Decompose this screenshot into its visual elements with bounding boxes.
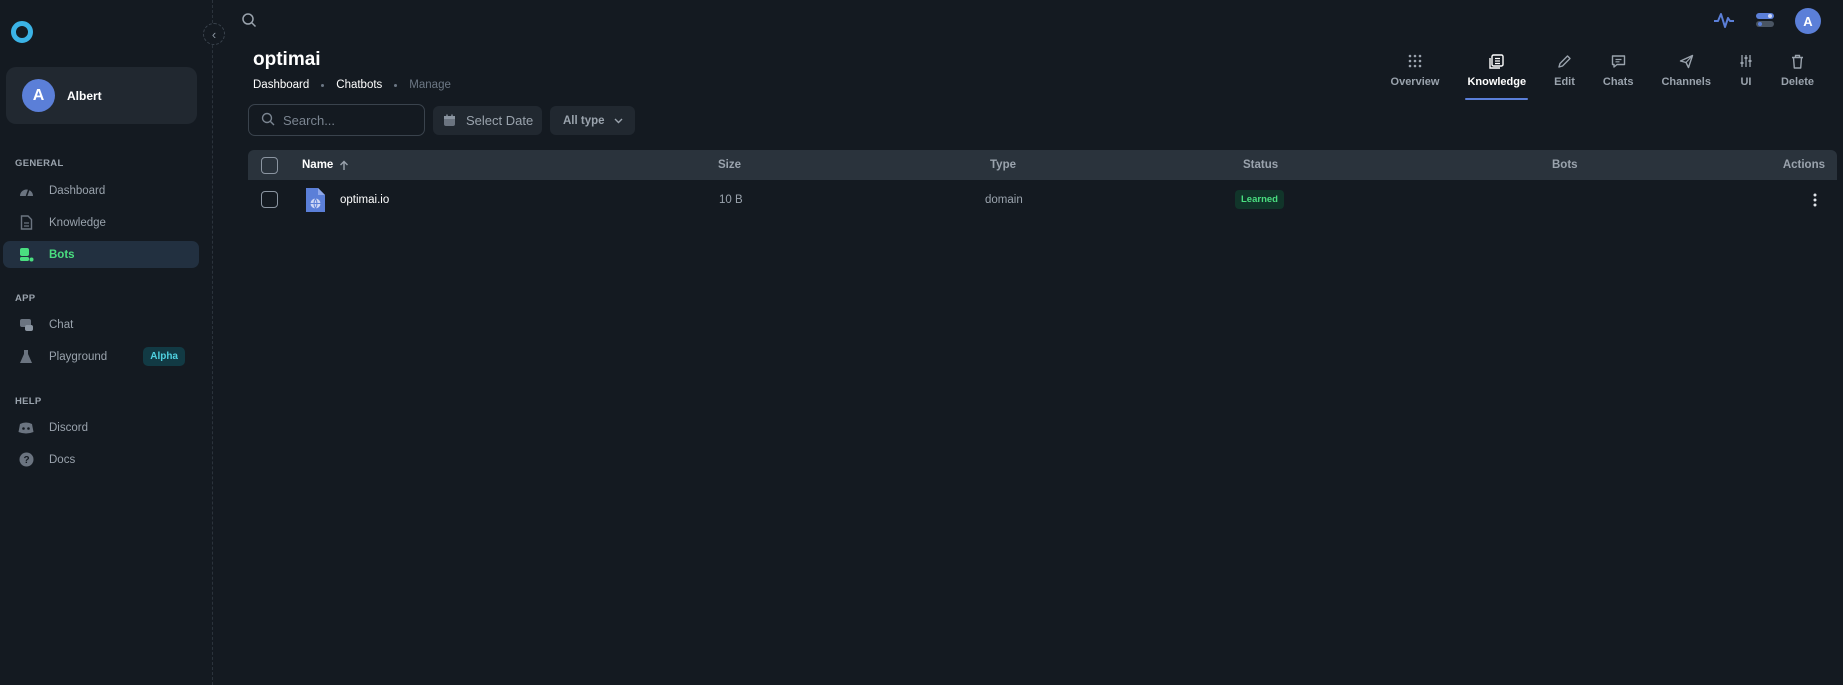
tab-ui[interactable]: UI: [1737, 52, 1755, 100]
pencil-icon: [1557, 52, 1572, 70]
tab-label: UI: [1740, 76, 1752, 88]
tab-edit[interactable]: Edit: [1552, 52, 1577, 100]
collapse-sidebar-button[interactable]: ‹: [203, 23, 225, 45]
sidebar-item-label: Knowledge: [49, 216, 106, 229]
web-file-icon: [304, 187, 326, 213]
status-badge: Learned: [1235, 190, 1284, 209]
column-name[interactable]: Name: [302, 150, 349, 180]
trash-icon: [1791, 52, 1804, 70]
breadcrumb-chatbots[interactable]: Chatbots: [336, 79, 382, 91]
search-icon: [261, 112, 275, 129]
topbar-actions: A: [1713, 8, 1821, 34]
bot-icon: [18, 247, 34, 263]
breadcrumb-dashboard[interactable]: Dashboard: [253, 79, 309, 91]
tab-label: Knowledge: [1467, 76, 1527, 88]
calendar-icon: [443, 114, 456, 127]
select-all-checkbox[interactable]: [261, 156, 278, 174]
knowledge-icon: [1489, 52, 1504, 70]
type-filter-dropdown[interactable]: All type: [550, 106, 635, 135]
svg-text:?: ?: [23, 455, 29, 466]
sidebar-item-label: Dashboard: [49, 184, 106, 197]
row-select-cell: [261, 182, 278, 217]
tab-label: Chats: [1602, 76, 1634, 88]
breadcrumb-separator: [321, 83, 325, 87]
row-name-cell: optimai.io: [304, 182, 389, 217]
sidebar-item-label: Chat: [49, 318, 74, 331]
sidebar-item-label: Bots: [49, 248, 75, 261]
bot-tabs: Overview Knowledge Edit Chats Channels U…: [1377, 52, 1828, 100]
tab-channels[interactable]: Channels: [1659, 52, 1713, 100]
more-actions-icon[interactable]: [1813, 182, 1817, 217]
flask-icon: [18, 349, 34, 365]
file-name: optimai.io: [340, 193, 390, 206]
app-logo[interactable]: [11, 21, 33, 43]
section-help: HELP: [15, 396, 42, 407]
column-size[interactable]: Size: [718, 150, 741, 180]
settings-toggle-icon[interactable]: [1755, 11, 1775, 32]
tab-delete[interactable]: Delete: [1779, 52, 1816, 100]
breadcrumb-manage: Manage: [409, 79, 451, 91]
tab-knowledge[interactable]: Knowledge: [1465, 52, 1528, 100]
column-actions: Actions: [1782, 159, 1825, 171]
user-card[interactable]: A Albert: [6, 67, 197, 124]
tab-overview[interactable]: Overview: [1389, 52, 1442, 100]
column-type[interactable]: Type: [990, 150, 1016, 180]
select-date-button[interactable]: Select Date: [433, 106, 542, 135]
message-icon: [1611, 52, 1626, 70]
tab-label: Delete: [1780, 76, 1814, 88]
account-avatar[interactable]: A: [1795, 8, 1821, 34]
sidebar-item-playground[interactable]: Playground Alpha: [3, 343, 199, 370]
alpha-badge: Alpha: [143, 347, 185, 366]
file-type: domain: [985, 193, 1023, 206]
select-date-label: Select Date: [466, 113, 534, 128]
file-size: 10 B: [719, 193, 743, 206]
breadcrumb-separator: [394, 83, 398, 87]
chat-icon: [18, 317, 34, 333]
help-icon: ?: [18, 452, 34, 468]
sidebar-item-dashboard[interactable]: Dashboard: [3, 177, 199, 204]
search-field[interactable]: [248, 104, 425, 136]
sidebar-item-docs[interactable]: ? Docs: [3, 446, 199, 473]
select-all-cell: [261, 150, 278, 180]
user-name: Albert: [67, 88, 102, 103]
sort-ascending-icon: [339, 160, 349, 171]
tab-label: Channels: [1661, 76, 1711, 88]
tab-chats[interactable]: Chats: [1601, 52, 1636, 100]
sidebar-item-label: Discord: [49, 421, 88, 434]
sidebar-item-bots[interactable]: Bots: [3, 241, 199, 268]
dashboard-icon: [18, 183, 34, 199]
search-input[interactable]: [283, 112, 403, 128]
table-header: Name Size Type Status Bots Actions: [248, 150, 1837, 180]
document-icon: [18, 215, 34, 231]
table-row[interactable]: optimai.io 10 B domain Learned: [248, 182, 1837, 217]
sidebar: A Albert GENERAL Dashboard Knowledge Bot…: [0, 0, 213, 685]
status-cell: Learned: [1235, 182, 1284, 217]
section-general: GENERAL: [15, 158, 64, 169]
sidebar-item-knowledge[interactable]: Knowledge: [3, 209, 199, 236]
tab-label: Overview: [1390, 76, 1440, 88]
column-status[interactable]: Status: [1243, 150, 1278, 180]
column-bots[interactable]: Bots: [1552, 150, 1578, 180]
sidebar-item-chat[interactable]: Chat: [3, 311, 199, 338]
search-icon[interactable]: [241, 12, 257, 28]
sliders-icon: [1739, 52, 1753, 70]
column-name-label: Name: [302, 159, 334, 171]
type-filter-label: All type: [563, 114, 605, 127]
chevron-down-icon: [614, 118, 623, 124]
activity-icon[interactable]: [1713, 11, 1735, 32]
sidebar-item-label: Docs: [49, 453, 76, 466]
sidebar-item-label: Playground: [49, 350, 108, 363]
avatar: A: [22, 79, 55, 112]
page-title: optimai: [253, 49, 321, 70]
grid-icon: [1408, 52, 1422, 70]
tab-label: Edit: [1554, 76, 1575, 88]
breadcrumb: Dashboard Chatbots Manage: [253, 79, 451, 91]
send-icon: [1679, 52, 1694, 70]
row-checkbox[interactable]: [261, 191, 278, 208]
section-app: APP: [15, 293, 36, 304]
sidebar-item-discord[interactable]: Discord: [3, 414, 199, 441]
discord-icon: [18, 420, 34, 436]
